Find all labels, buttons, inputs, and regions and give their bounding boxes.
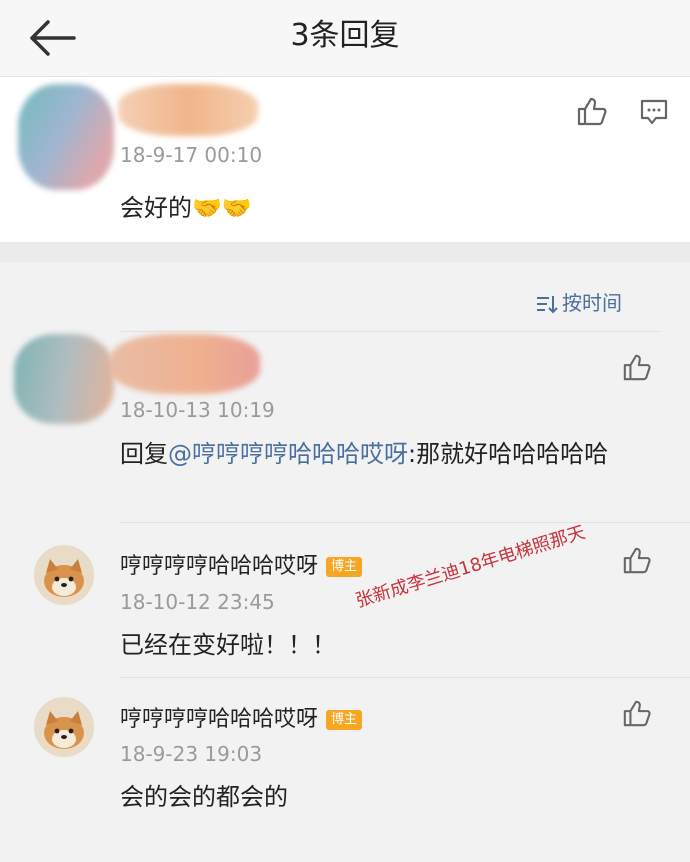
reply-body: :那就好哈哈哈哈哈 [408, 440, 609, 468]
page-title: 3条回复 [290, 18, 400, 53]
reply-text: 回复@哼哼哼哼哈哈哈哎呀:那就好哈哈哈哈哈 [120, 435, 660, 473]
thumbs-up-icon[interactable] [622, 545, 652, 575]
dog-avatar-icon [34, 697, 94, 757]
reply-time: 18-9-23 19:03 [120, 742, 263, 766]
avatar[interactable] [34, 545, 94, 605]
post-time: 18-9-17 00:10 [120, 143, 263, 167]
blurred-username [110, 334, 260, 394]
reply-text: 会的会的都会的 [120, 783, 288, 811]
username[interactable]: 哼哼哼哼哈哈哈哎呀 博主 [120, 701, 363, 733]
mention-link[interactable]: @哼哼哼哼哈哈哈哎呀 [168, 440, 408, 468]
reply-prefix: 回复 [120, 440, 168, 468]
username-text: 哼哼哼哼哈哈哈哎呀 [120, 554, 319, 579]
thumbs-up-icon[interactable] [576, 95, 608, 127]
username[interactable]: 哼哼哼哼哈哈哈哎呀 博主 [120, 548, 363, 580]
divider [120, 677, 690, 678]
reply-time: 18-10-12 23:45 [120, 590, 275, 614]
blurred-username [118, 84, 258, 136]
reply-text: 已经在变好啦！！！ [120, 631, 336, 659]
username-text: 哼哼哼哼哈哈哈哎呀 [120, 707, 319, 732]
post-text: 会好的🤝🤝 [120, 194, 252, 222]
blurred-avatar [18, 84, 114, 190]
top-bar: 3条回复 [0, 0, 690, 77]
sort-label: 按时间 [562, 291, 622, 315]
watermark-text: 张新成李兰迪18年电梯照那天 [353, 521, 588, 612]
divider [120, 522, 690, 523]
thumbs-up-icon[interactable] [622, 352, 652, 382]
thumbs-up-icon[interactable] [622, 698, 652, 728]
section-gap [0, 242, 690, 262]
reply-time: 18-10-13 10:19 [120, 398, 275, 422]
comment-icon[interactable] [640, 98, 668, 126]
blurred-avatar [14, 334, 114, 424]
divider [120, 331, 660, 332]
sort-toggle[interactable]: 按时间 [536, 289, 622, 317]
blogger-badge: 博主 [326, 557, 363, 577]
avatar[interactable] [34, 697, 94, 757]
blogger-badge: 博主 [326, 710, 363, 730]
sort-icon [537, 296, 558, 314]
dog-avatar-icon [34, 545, 94, 605]
